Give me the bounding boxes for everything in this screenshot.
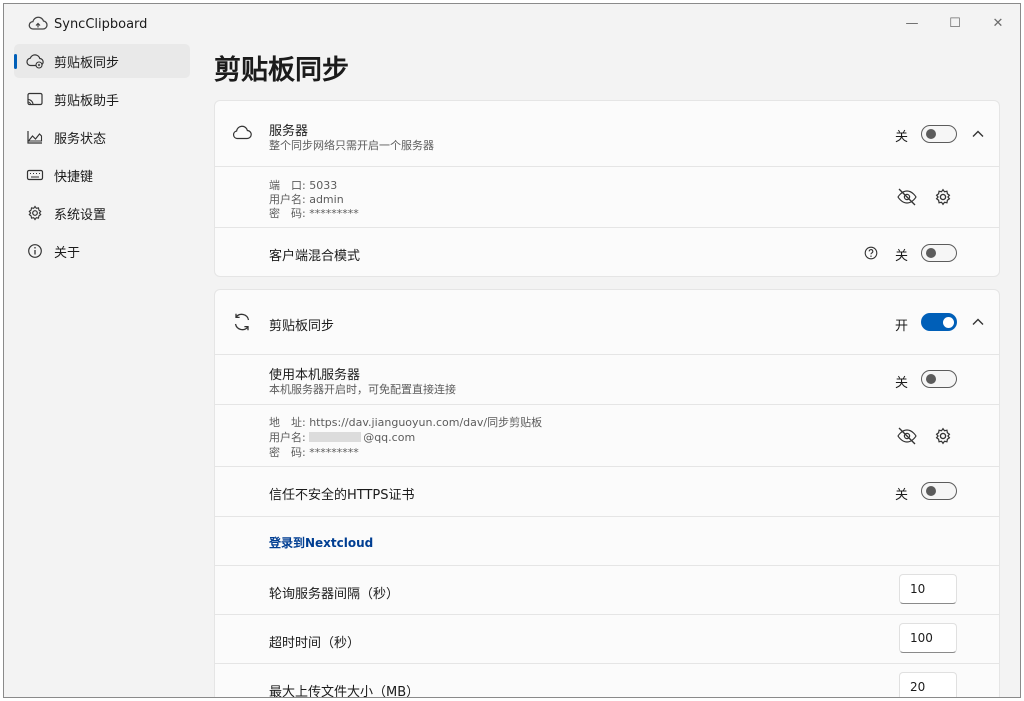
sidebar-item-clipboard-sync[interactable]: 剪贴板同步 xyxy=(14,44,190,78)
sync-toggle-label: 开 xyxy=(895,319,909,334)
use-local-toggle-label: 关 xyxy=(895,376,909,391)
sidebar-item-clipboard-assistant[interactable]: 剪贴板助手 xyxy=(14,82,190,116)
cast-icon xyxy=(26,90,44,108)
sync-toggle[interactable] xyxy=(921,313,957,331)
gear-icon[interactable] xyxy=(932,425,954,447)
info-icon xyxy=(26,242,44,260)
server-header-row[interactable]: 服务器 整个同步网络只需开启一个服务器 关 xyxy=(215,101,999,166)
use-local-server-row: 使用本机服务器 本机服务器开启时，可免配置直接连接 关 xyxy=(215,354,999,404)
use-local-subtitle: 本机服务器开启时，可免配置直接连接 xyxy=(269,383,456,396)
redacted-username xyxy=(309,432,362,442)
trust-https-title: 信任不安全的HTTPS证书 xyxy=(269,488,415,503)
server-subtitle: 整个同步网络只需开启一个服务器 xyxy=(269,139,434,152)
webdav-info-row: 地 址: https://dav.jianguoyun.com/dav/同步剪贴… xyxy=(215,404,999,466)
maximize-button[interactable]: ☐ xyxy=(945,13,965,33)
title-bar: SyncClipboard — ☐ ✕ xyxy=(4,4,1020,44)
max-upload-row: 最大上传文件大小（MB） 20 xyxy=(215,663,999,698)
webdav-address: 地 址: https://dav.jianguoyun.com/dav/同步剪贴… xyxy=(269,416,543,429)
nextcloud-login-link[interactable]: 登录到Nextcloud xyxy=(269,534,373,551)
app-window: SyncClipboard — ☐ ✕ 剪贴板同步 剪贴板助手 服务状态 快捷键… xyxy=(3,3,1021,698)
mixed-mode-toggle-label: 关 xyxy=(895,249,909,264)
cloud-icon xyxy=(231,122,253,144)
sync-header-row[interactable]: 剪贴板同步 开 xyxy=(215,290,999,354)
help-icon[interactable] xyxy=(860,242,882,264)
trust-https-toggle-label: 关 xyxy=(895,488,909,503)
trust-https-toggle[interactable] xyxy=(921,482,957,500)
sidebar-item-label: 快捷键 xyxy=(54,169,94,185)
max-upload-title: 最大上传文件大小（MB） xyxy=(269,685,420,698)
timeout-title: 超时时间（秒） xyxy=(269,636,361,651)
sidebar-item-system-settings[interactable]: 系统设置 xyxy=(14,196,190,230)
sync-title: 剪贴板同步 xyxy=(269,319,335,334)
server-toggle-label: 关 xyxy=(895,130,909,145)
chevron-up-icon[interactable] xyxy=(971,315,985,329)
minimize-button[interactable]: — xyxy=(902,13,922,33)
sidebar-item-hotkeys[interactable]: 快捷键 xyxy=(14,158,190,192)
chevron-up-icon[interactable] xyxy=(971,127,985,141)
sync-icon xyxy=(231,311,253,333)
timeout-input[interactable]: 100 xyxy=(899,623,957,653)
poll-interval-input[interactable]: 10 xyxy=(899,574,957,604)
mixed-mode-title: 客户端混合模式 xyxy=(269,249,361,264)
app-logo-icon xyxy=(28,16,48,32)
server-card: 服务器 整个同步网络只需开启一个服务器 关 端 口: 5033 用户名: adm… xyxy=(214,100,1000,277)
sidebar: 剪贴板同步 剪贴板助手 服务状态 快捷键 系统设置 关于 xyxy=(14,44,190,272)
server-password: 密 码: ********* xyxy=(269,207,359,220)
poll-interval-row: 轮询服务器间隔（秒） 10 xyxy=(215,565,999,614)
sidebar-item-label: 剪贴板同步 xyxy=(54,55,120,71)
max-upload-input[interactable]: 20 xyxy=(899,672,957,697)
sidebar-item-label: 系统设置 xyxy=(54,207,107,223)
trust-https-row: 信任不安全的HTTPS证书 关 xyxy=(215,466,999,516)
mixed-mode-row: 客户端混合模式 关 xyxy=(215,227,999,276)
sidebar-item-label: 服务状态 xyxy=(54,131,107,147)
cloud-sync-icon xyxy=(26,52,44,70)
app-title: SyncClipboard xyxy=(54,17,148,32)
use-local-toggle[interactable] xyxy=(921,370,957,388)
clipboard-sync-card: 剪贴板同步 开 使用本机服务器 本机服务器开启时，可免配置直接连接 关 地 址:… xyxy=(214,289,1000,698)
gear-icon[interactable] xyxy=(932,186,954,208)
eye-off-icon[interactable] xyxy=(896,186,918,208)
sidebar-item-service-status[interactable]: 服务状态 xyxy=(14,120,190,154)
mixed-mode-toggle[interactable] xyxy=(921,244,957,262)
area-chart-icon xyxy=(26,128,44,146)
eye-off-icon[interactable] xyxy=(896,425,918,447)
page-title: 剪贴板同步 xyxy=(214,55,349,86)
keyboard-icon xyxy=(26,166,44,184)
gear-icon xyxy=(26,204,44,222)
timeout-row: 超时时间（秒） 100 xyxy=(215,614,999,663)
sidebar-item-label: 剪贴板助手 xyxy=(54,93,120,109)
webdav-username: 用户名: @qq.com xyxy=(269,431,416,444)
nextcloud-row: 登录到Nextcloud xyxy=(215,516,999,565)
server-info-row: 端 口: 5033 用户名: admin 密 码: ********* xyxy=(215,166,999,227)
close-button[interactable]: ✕ xyxy=(988,13,1008,33)
poll-interval-title: 轮询服务器间隔（秒） xyxy=(269,587,400,602)
webdav-password: 密 码: ********* xyxy=(269,446,359,459)
sidebar-item-label: 关于 xyxy=(54,245,81,261)
sidebar-item-about[interactable]: 关于 xyxy=(14,234,190,268)
server-toggle[interactable] xyxy=(921,125,957,143)
